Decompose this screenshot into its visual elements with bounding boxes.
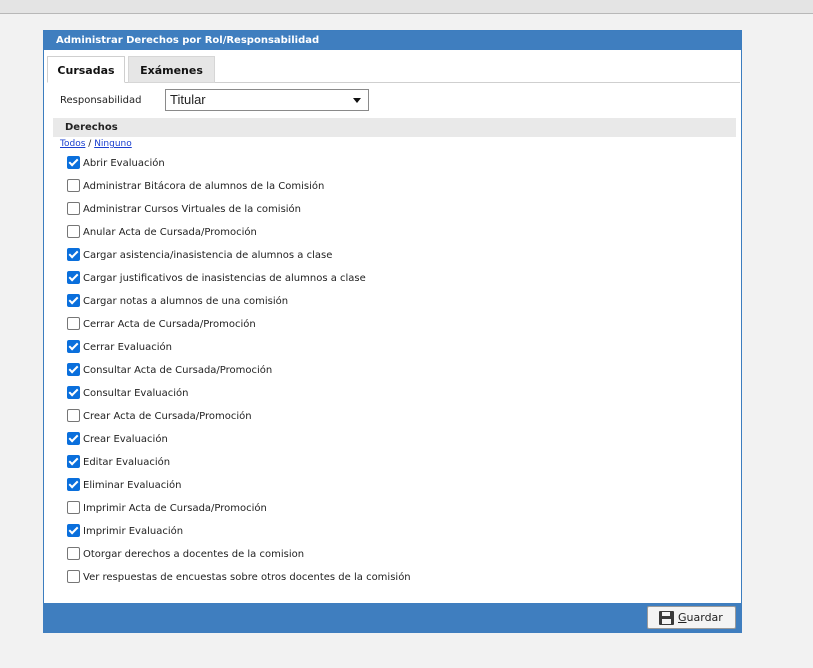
derechos-header: Derechos [53, 118, 736, 137]
select-none-link[interactable]: Ninguno [94, 139, 132, 149]
right-label: Crear Acta de Cursada/Promoción [83, 411, 252, 422]
save-button[interactable]: Guardar [647, 606, 736, 629]
right-checkbox[interactable] [67, 225, 80, 238]
right-label: Cargar justificativos de inasistencias d… [83, 273, 366, 284]
right-checkbox[interactable] [67, 271, 80, 284]
select-links: Todos / Ninguno [60, 139, 132, 149]
right-label: Imprimir Evaluación [83, 526, 184, 537]
rights-panel: Administrar Derechos por Rol/Responsabil… [43, 30, 742, 633]
right-label: Eliminar Evaluación [83, 480, 182, 491]
right-label: Imprimir Acta de Cursada/Promoción [83, 503, 267, 514]
right-label: Anular Acta de Cursada/Promoción [83, 227, 257, 238]
right-checkbox[interactable] [67, 409, 80, 422]
right-checkbox[interactable] [67, 432, 80, 445]
panel-title: Administrar Derechos por Rol/Responsabil… [44, 31, 741, 50]
right-checkbox[interactable] [67, 570, 80, 583]
right-checkbox[interactable] [67, 202, 80, 215]
right-label: Cargar asistencia/inasistencia de alumno… [83, 250, 333, 261]
right-checkbox[interactable] [67, 524, 80, 537]
right-checkbox[interactable] [67, 455, 80, 468]
right-checkbox[interactable] [67, 363, 80, 376]
right-checkbox[interactable] [67, 547, 80, 560]
tab-cursadas[interactable]: Cursadas [47, 56, 125, 83]
right-label: Crear Evaluación [83, 434, 168, 445]
right-checkbox[interactable] [67, 386, 80, 399]
right-label: Ver respuestas de encuestas sobre otros … [83, 572, 411, 583]
right-label: Editar Evaluación [83, 457, 171, 468]
right-label: Cargar notas a alumnos de una comisión [83, 296, 289, 307]
right-label: Cerrar Acta de Cursada/Promoción [83, 319, 256, 330]
right-checkbox[interactable] [67, 294, 80, 307]
responsabilidad-select[interactable]: Titular [165, 89, 369, 111]
right-label: Cerrar Evaluación [83, 342, 172, 353]
right-checkbox[interactable] [67, 156, 80, 169]
save-button-label: Guardar [678, 611, 723, 624]
right-label: Abrir Evaluación [83, 158, 165, 169]
right-checkbox[interactable] [67, 340, 80, 353]
chevron-down-icon[interactable] [353, 98, 361, 103]
link-separator: / [88, 139, 92, 149]
right-checkbox[interactable] [67, 501, 80, 514]
responsabilidad-selected-value: Titular [170, 92, 206, 107]
right-checkbox[interactable] [67, 478, 80, 491]
right-checkbox[interactable] [67, 179, 80, 192]
panel-footer: Guardar [43, 603, 742, 633]
right-checkbox[interactable] [67, 248, 80, 261]
right-label: Otorgar derechos a docentes de la comisi… [83, 549, 305, 560]
tab-examenes[interactable]: Exámenes [128, 56, 215, 83]
right-label: Administrar Bitácora de alumnos de la Co… [83, 181, 325, 192]
right-checkbox[interactable] [67, 317, 80, 330]
responsabilidad-label: Responsabilidad [60, 95, 142, 106]
right-label: Consultar Evaluación [83, 388, 189, 399]
right-label: Consultar Acta de Cursada/Promoción [83, 365, 273, 376]
floppy-disk-icon [659, 611, 674, 625]
right-label: Administrar Cursos Virtuales de la comis… [83, 204, 302, 215]
select-all-link[interactable]: Todos [60, 139, 85, 149]
browser-top-bar [0, 0, 813, 14]
tab-bar: Cursadas Exámenes [47, 54, 740, 83]
